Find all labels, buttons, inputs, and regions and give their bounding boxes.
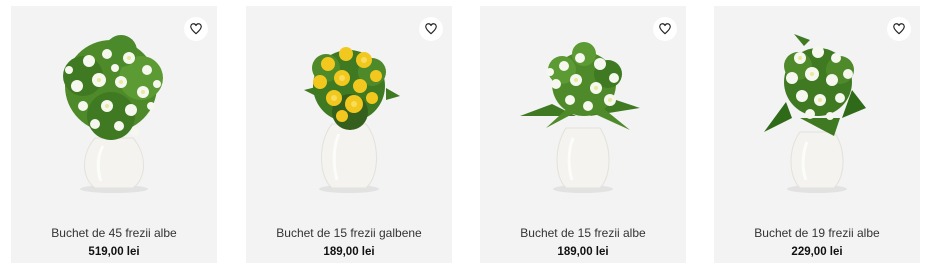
favorite-button[interactable] <box>887 17 911 41</box>
heart-outline-icon <box>425 23 437 35</box>
product-name[interactable]: Buchet de 45 frezii albe <box>11 226 217 240</box>
favorite-button[interactable] <box>184 17 208 41</box>
product-name[interactable]: Buchet de 15 frezii albe <box>480 226 686 240</box>
product-name[interactable]: Buchet de 15 frezii galbene <box>246 226 452 240</box>
favorite-button[interactable] <box>419 17 443 41</box>
product-price: 519,00 lei <box>88 246 140 258</box>
product-price: 189,00 lei <box>557 246 609 258</box>
product-price: 229,00 lei <box>791 246 843 258</box>
product-card[interactable]: Buchet de 19 frezii albe 229,00 lei <box>714 6 920 263</box>
product-price: 189,00 lei <box>323 246 375 258</box>
heart-outline-icon <box>659 23 671 35</box>
favorite-button[interactable] <box>653 17 677 41</box>
heart-outline-icon <box>893 23 905 35</box>
heart-outline-icon <box>190 23 202 35</box>
product-card[interactable]: Buchet de 15 frezii galbene 189,00 lei <box>246 6 452 263</box>
product-name[interactable]: Buchet de 19 frezii albe <box>714 226 920 240</box>
product-card[interactable]: Buchet de 45 frezii albe 519,00 lei <box>11 6 217 263</box>
product-grid: Buchet de 45 frezii albe 519,00 lei Buch… <box>0 0 940 263</box>
product-card[interactable]: Buchet de 15 frezii albe 189,00 lei <box>480 6 686 263</box>
